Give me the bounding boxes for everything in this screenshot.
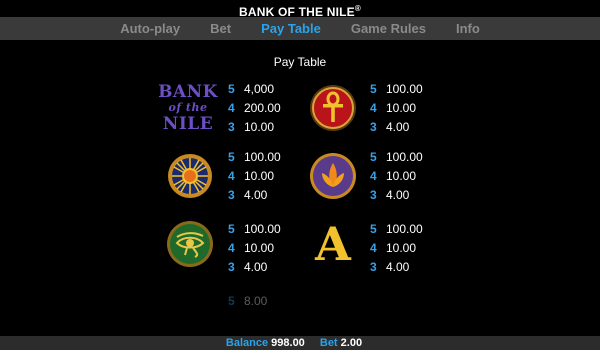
- game-title: BANK OF THE NILE®: [0, 0, 600, 19]
- tab-auto-play[interactable]: Auto-play: [120, 17, 180, 40]
- registered-mark: ®: [354, 4, 361, 13]
- amount: 10.00: [244, 241, 275, 255]
- tab-info[interactable]: Info: [456, 17, 480, 40]
- amount: 10.00: [386, 101, 417, 115]
- count: 3: [228, 260, 235, 274]
- pay-row: 4 10.00: [228, 167, 281, 186]
- paylist-ankh: 5 100.00 4 10.00 3 4.00: [370, 80, 423, 137]
- amount: 10.00: [386, 169, 417, 183]
- lotus-icon: [305, 148, 361, 204]
- balance-value: 998.00: [271, 337, 305, 349]
- pay-row: 5 4,000: [228, 80, 281, 99]
- count: 5: [228, 294, 235, 308]
- amount: 10.00: [386, 241, 417, 255]
- count: 5: [228, 82, 235, 96]
- eye-of-horus-icon: [162, 216, 218, 272]
- count: 5: [228, 150, 235, 164]
- pay-row: 4 10.00: [228, 239, 281, 258]
- pay-row: 5 100.00: [228, 148, 281, 167]
- count: 3: [228, 188, 235, 202]
- sun-medallion-icon: [162, 148, 218, 204]
- count: 4: [370, 169, 377, 183]
- count: 4: [228, 101, 235, 115]
- amount: 10.00: [244, 120, 275, 134]
- amount: 10.00: [244, 169, 275, 183]
- count: 4: [228, 169, 235, 183]
- count: 5: [228, 222, 235, 236]
- pay-row: 3 4.00: [228, 186, 281, 205]
- status-bar: Balance 998.00 Bet 2.00: [0, 336, 600, 350]
- count: 4: [370, 101, 377, 115]
- logo-line-1: BANK: [158, 82, 218, 102]
- amount: 100.00: [386, 222, 423, 236]
- pay-row: 3 4.00: [370, 118, 423, 137]
- pay-row: 4 200.00: [228, 99, 281, 118]
- pay-row: 5 8.00: [228, 292, 267, 311]
- paylist-a: 5 100.00 4 10.00 3 4.00: [370, 220, 423, 277]
- logo-line-3: NILE: [162, 114, 214, 134]
- bet-value: 2.00: [340, 337, 363, 349]
- letter-a-glyph: A: [315, 217, 351, 271]
- amount: 8.00: [244, 294, 268, 308]
- pay-row: 5 100.00: [228, 220, 281, 239]
- amount: 100.00: [386, 150, 423, 164]
- pay-row: 3 4.00: [228, 258, 281, 277]
- letter-a-icon: A: [305, 216, 361, 272]
- pay-row: 4 10.00: [370, 99, 423, 118]
- paylist-eye: 5 100.00 4 10.00 3 4.00: [228, 220, 281, 277]
- pay-row: 5 100.00: [370, 80, 423, 99]
- pay-row: 4 10.00: [370, 239, 423, 258]
- pay-table-heading: Pay Table: [273, 55, 327, 69]
- pay-row: 3 4.00: [370, 258, 423, 277]
- count: 3: [370, 188, 377, 202]
- pay-row: 5 100.00: [370, 220, 423, 239]
- paylist-logo: 5 4,000 4 200.00 3 10.00: [228, 80, 281, 137]
- amount: 200.00: [244, 101, 281, 115]
- count: 3: [370, 120, 377, 134]
- pay-row: 3 10.00: [228, 118, 281, 137]
- count: 5: [370, 150, 377, 164]
- amount: 4,000: [244, 82, 275, 96]
- ankh-icon: [305, 80, 361, 136]
- tab-game-rules[interactable]: Game Rules: [351, 17, 426, 40]
- paylist-lotus: 5 100.00 4 10.00 3 4.00: [370, 148, 423, 205]
- paylist-partial: 5 8.00: [228, 292, 267, 311]
- amount: 100.00: [244, 150, 281, 164]
- paylist-sun: 5 100.00 4 10.00 3 4.00: [228, 148, 281, 205]
- pay-row: 3 4.00: [370, 186, 423, 205]
- amount: 4.00: [244, 188, 268, 202]
- count: 5: [370, 222, 377, 236]
- tab-bet[interactable]: Bet: [210, 17, 231, 40]
- bank-of-the-nile-logo: BANK of the NILE: [158, 80, 218, 136]
- count: 3: [228, 120, 235, 134]
- amount: 4.00: [386, 120, 410, 134]
- amount: 100.00: [386, 82, 423, 96]
- tab-bar: Auto-play Bet Pay Table Game Rules Info: [0, 17, 600, 40]
- count: 5: [370, 82, 377, 96]
- balance-label: Balance: [225, 337, 269, 349]
- amount: 100.00: [244, 222, 281, 236]
- count: 4: [228, 241, 235, 255]
- amount: 4.00: [386, 188, 410, 202]
- pay-row: 5 100.00: [370, 148, 423, 167]
- bet-label: Bet: [319, 337, 338, 349]
- count: 3: [370, 260, 377, 274]
- pay-row: 4 10.00: [370, 167, 423, 186]
- amount: 4.00: [386, 260, 410, 274]
- amount: 4.00: [244, 260, 268, 274]
- tab-pay-table[interactable]: Pay Table: [261, 17, 321, 40]
- count: 4: [370, 241, 377, 255]
